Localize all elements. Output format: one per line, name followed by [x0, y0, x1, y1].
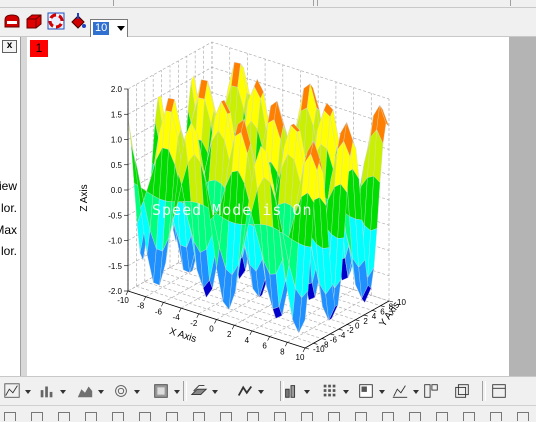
- toolbar-button[interactable]: [31, 412, 43, 421]
- toolbar-button[interactable]: [139, 412, 151, 421]
- layout-icon[interactable]: [422, 382, 440, 400]
- ruler-tick: [113, 0, 114, 6]
- panel-row[interactable]: iew: [0, 179, 20, 199]
- panel-row[interactable]: lor.: [0, 201, 20, 221]
- chevron-down-icon[interactable]: [98, 390, 104, 394]
- chevron-down-icon[interactable]: [379, 390, 385, 394]
- contour-icon[interactable]: [152, 382, 170, 400]
- toolbar-button[interactable]: [85, 412, 97, 421]
- window-icon[interactable]: [490, 382, 508, 400]
- chevron-down-icon[interactable]: [343, 390, 349, 394]
- chevron-down-icon[interactable]: [25, 390, 31, 394]
- ruler-tick: [313, 0, 314, 6]
- paint-bucket-icon[interactable]: [68, 11, 88, 31]
- close-icon[interactable]: x: [2, 40, 17, 53]
- image-plot-icon[interactable]: [357, 382, 375, 400]
- toolbar-button[interactable]: [490, 412, 502, 421]
- toolbar-button[interactable]: [4, 412, 16, 421]
- toolbar-button[interactable]: [436, 412, 448, 421]
- toolbar-button[interactable]: [247, 412, 259, 421]
- scatter-plot-icon[interactable]: [3, 382, 21, 400]
- toolbar-button[interactable]: [517, 412, 529, 421]
- toolbar-button[interactable]: [58, 412, 70, 421]
- layer-icon[interactable]: [453, 382, 471, 400]
- surface-icon[interactable]: [190, 382, 208, 400]
- chevron-down-icon[interactable]: [134, 390, 140, 394]
- toolbar-separator: [280, 381, 284, 401]
- area-chart-icon[interactable]: [76, 382, 94, 400]
- toolbar-button[interactable]: [301, 412, 313, 421]
- toolbar-button[interactable]: [328, 412, 340, 421]
- ruler-tick: [317, 0, 318, 6]
- toolbar-button[interactable]: [166, 412, 178, 421]
- chevron-down-icon[interactable]: [212, 390, 218, 394]
- project-explorer-panel: x iew lor. Max lor.: [0, 37, 21, 376]
- chevron-down-icon[interactable]: [174, 390, 180, 394]
- zoom-combo[interactable]: 10: [90, 19, 128, 38]
- stats-icon[interactable]: [391, 382, 409, 400]
- chevron-down-icon[interactable]: [304, 390, 310, 394]
- format-toolbar: 10: [0, 8, 536, 38]
- lifebuoy-icon[interactable]: [46, 11, 66, 31]
- toolbar-button[interactable]: [463, 412, 475, 421]
- plot-toolbar: [0, 376, 536, 406]
- toolbar-button[interactable]: [274, 412, 286, 421]
- ruler-tick: [510, 0, 511, 6]
- toolbar-button[interactable]: [355, 412, 367, 421]
- bar-chart-icon[interactable]: [38, 382, 56, 400]
- layer-red-icon[interactable]: [2, 11, 22, 31]
- chevron-down-icon[interactable]: [413, 390, 419, 394]
- matrix-icon[interactable]: [321, 382, 339, 400]
- toolbar-button[interactable]: [382, 412, 394, 421]
- 3d-bar-icon[interactable]: [282, 382, 300, 400]
- workspace-background: [509, 37, 536, 376]
- speed-mode-overlay: Speed Mode is On: [152, 201, 313, 219]
- secondary-toolbar: [0, 405, 536, 422]
- chevron-down-icon[interactable]: [258, 390, 264, 394]
- layer-index-badge[interactable]: 1: [30, 40, 48, 57]
- toolbar-button[interactable]: [220, 412, 232, 421]
- panel-row[interactable]: lor.: [0, 244, 20, 264]
- waterfall-icon[interactable]: [236, 382, 254, 400]
- chevron-down-icon[interactable]: [60, 390, 66, 394]
- toolbar-separator: [482, 381, 486, 401]
- toolbar-button[interactable]: [112, 412, 124, 421]
- zoom-combo-value: 10: [93, 22, 110, 35]
- box-red-icon[interactable]: [24, 11, 44, 31]
- toolbar-separator: [183, 381, 187, 401]
- panel-row[interactable]: Max: [0, 223, 20, 243]
- chevron-down-icon[interactable]: [117, 26, 125, 31]
- polar-icon[interactable]: [112, 382, 130, 400]
- toolbar-button[interactable]: [193, 412, 205, 421]
- top-ruler-strip: [0, 0, 536, 8]
- toolbar-button[interactable]: [409, 412, 421, 421]
